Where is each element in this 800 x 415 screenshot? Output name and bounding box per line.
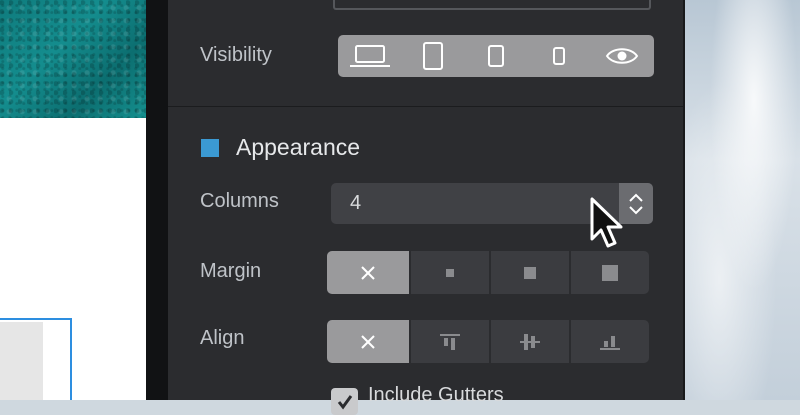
tablet-icon (422, 42, 443, 70)
margin-large-button[interactable] (569, 251, 649, 294)
phone-icon (553, 47, 566, 65)
include-gutters-label[interactable]: Include Gutters (368, 384, 504, 407)
margin-medium-button[interactable] (489, 251, 569, 294)
columns-label: Columns (200, 190, 279, 212)
chevron-down-icon[interactable] (628, 205, 644, 215)
align-top-icon (440, 333, 460, 350)
appearance-section-swatch (201, 139, 219, 157)
align-bottom-icon (600, 335, 620, 350)
margin-segmented-control (327, 251, 649, 294)
visibility-tablet-button[interactable] (401, 35, 464, 77)
align-middle-icon (520, 333, 540, 350)
eye-icon (606, 48, 639, 64)
tablet-small-icon (488, 45, 504, 67)
align-bottom-button[interactable] (569, 320, 649, 363)
small-square-icon (446, 268, 454, 277)
large-square-icon (602, 264, 618, 281)
align-label: Align (200, 327, 245, 349)
appearance-section-title: Appearance (236, 134, 361, 160)
align-middle-button[interactable] (489, 320, 569, 363)
desktop-icon (349, 45, 390, 67)
align-segmented-control (327, 320, 649, 363)
visibility-phone-button[interactable] (528, 35, 591, 77)
none-x-icon (361, 265, 375, 280)
none-x-icon (361, 334, 375, 349)
chevron-up-icon[interactable] (628, 193, 644, 202)
visibility-tablet-small-button[interactable] (464, 35, 527, 77)
mouse-pointer-icon (590, 197, 623, 248)
include-gutters-checkbox[interactable] (331, 388, 358, 415)
align-top-button[interactable] (409, 320, 489, 363)
visibility-desktop-button[interactable] (338, 35, 401, 77)
visibility-toggle-group (338, 35, 654, 77)
design-canvas[interactable] (0, 0, 146, 400)
placeholder-block (0, 322, 43, 400)
checkmark-icon (337, 394, 352, 409)
selected-element[interactable] (0, 318, 72, 400)
canvas-image[interactable] (0, 0, 146, 118)
previous-field[interactable] (333, 0, 651, 10)
desktop-background (685, 0, 800, 400)
columns-value[interactable]: 4 (350, 192, 361, 215)
margin-none-button[interactable] (327, 251, 409, 294)
panel-edge (146, 0, 168, 400)
section-divider (168, 106, 683, 107)
margin-small-button[interactable] (409, 251, 489, 294)
visibility-preview-button[interactable] (591, 35, 654, 77)
visibility-label: Visibility (200, 44, 272, 66)
align-none-button[interactable] (327, 320, 409, 363)
margin-label: Margin (200, 260, 262, 282)
medium-square-icon (524, 266, 536, 279)
